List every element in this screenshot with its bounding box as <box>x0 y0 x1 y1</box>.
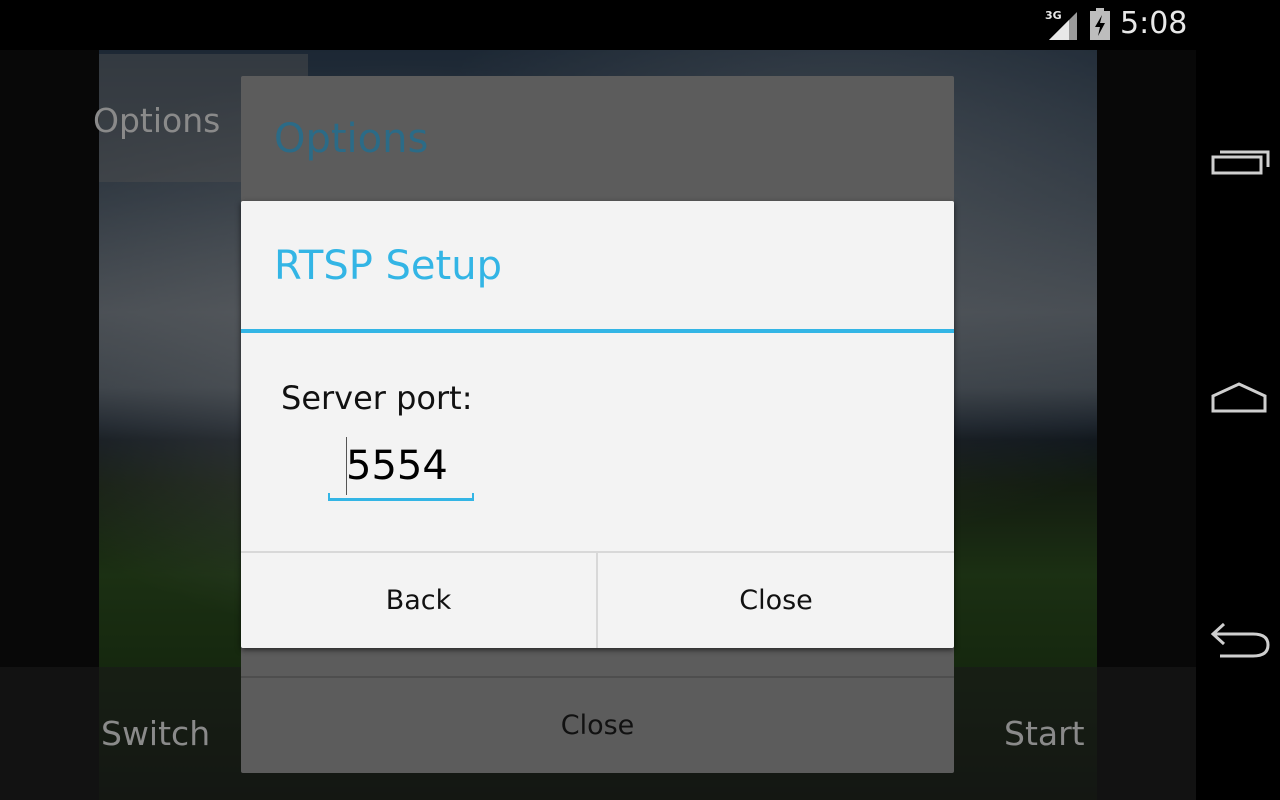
rtsp-setup-dialog: RTSP Setup Server port: 5554 Back Close <box>241 201 954 648</box>
home-icon[interactable] <box>1208 374 1270 424</box>
title-divider <box>241 329 954 333</box>
navigation-bar <box>1196 0 1280 800</box>
status-clock: 5:08 <box>1120 6 1188 41</box>
svg-text:3G: 3G <box>1045 9 1062 22</box>
start-button[interactable]: Start <box>1004 714 1085 753</box>
server-port-input[interactable]: 5554 <box>328 437 474 501</box>
back-icon[interactable] <box>1208 612 1270 662</box>
input-underline <box>328 498 474 501</box>
close-button[interactable]: Close <box>598 553 954 648</box>
options-dialog-title: Options <box>274 116 429 162</box>
server-port-label: Server port: <box>281 379 473 417</box>
signal-3g-icon: 3G <box>1045 9 1077 40</box>
options-close-button[interactable]: Close <box>241 678 954 773</box>
server-port-value[interactable]: 5554 <box>346 443 448 489</box>
rtsp-dialog-title: RTSP Setup <box>274 243 502 289</box>
battery-charging-icon <box>1090 8 1110 40</box>
input-underline-right <box>472 493 474 501</box>
status-bar: 3G 5:08 <box>0 0 1196 50</box>
back-button[interactable]: Back <box>241 553 596 648</box>
switch-button[interactable]: Switch <box>101 714 210 753</box>
input-underline-left <box>328 493 330 501</box>
recent-apps-icon[interactable] <box>1208 137 1270 187</box>
options-button[interactable]: Options <box>93 101 220 140</box>
